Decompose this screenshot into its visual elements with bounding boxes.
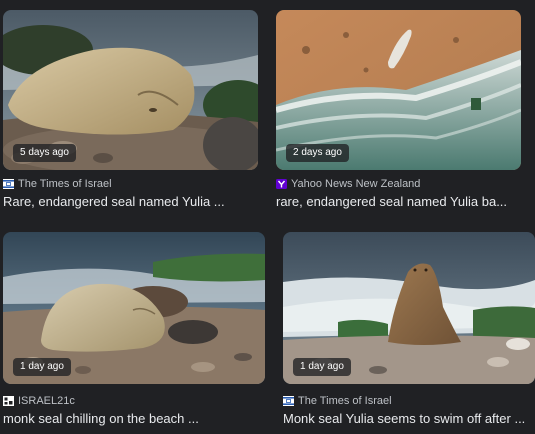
news-card-4[interactable]: 1 day ago The Times of Israel Monk seal …	[283, 232, 535, 432]
card-2-title[interactable]: rare, endangered seal named Yulia ba...	[276, 193, 521, 210]
card-3-source-name: ISRAEL21c	[18, 395, 75, 407]
news-card-2[interactable]: 2 days ago Yahoo News New Zealand rare, …	[276, 10, 521, 210]
card-2-source-name: Yahoo News New Zealand	[291, 178, 421, 190]
times-of-israel-logo-icon	[3, 179, 14, 189]
israel21c-logo-icon	[3, 396, 14, 406]
card-2-source[interactable]: Yahoo News New Zealand	[276, 177, 420, 191]
card-4-age-badge: 1 day ago	[293, 358, 351, 376]
card-4-source[interactable]: The Times of Israel	[283, 394, 392, 408]
card-1-thumbnail[interactable]: 5 days ago	[3, 10, 258, 170]
news-card-1[interactable]: 5 days ago The Times of Israel Rare, end…	[3, 10, 258, 210]
card-1-age-badge: 5 days ago	[13, 144, 76, 162]
card-4-title[interactable]: Monk seal Yulia seems to swim off after …	[283, 410, 535, 427]
card-3-age-badge: 1 day ago	[13, 358, 71, 376]
card-1-source-name: The Times of Israel	[18, 178, 112, 190]
card-3-source[interactable]: ISRAEL21c	[3, 394, 75, 408]
card-1-source[interactable]: The Times of Israel	[3, 177, 112, 191]
card-3-thumbnail[interactable]: 1 day ago	[3, 232, 265, 384]
card-4-source-name: The Times of Israel	[298, 395, 392, 407]
card-1-title[interactable]: Rare, endangered seal named Yulia ...	[3, 193, 258, 210]
yahoo-logo-icon	[276, 179, 287, 189]
card-2-thumbnail[interactable]: 2 days ago	[276, 10, 521, 170]
news-card-3[interactable]: 1 day ago ISRAEL21c monk seal chilling o…	[3, 232, 265, 432]
card-4-thumbnail[interactable]: 1 day ago	[283, 232, 535, 384]
card-2-age-badge: 2 days ago	[286, 144, 349, 162]
card-3-title[interactable]: monk seal chilling on the beach ...	[3, 410, 265, 427]
times-of-israel-logo-icon	[283, 396, 294, 406]
